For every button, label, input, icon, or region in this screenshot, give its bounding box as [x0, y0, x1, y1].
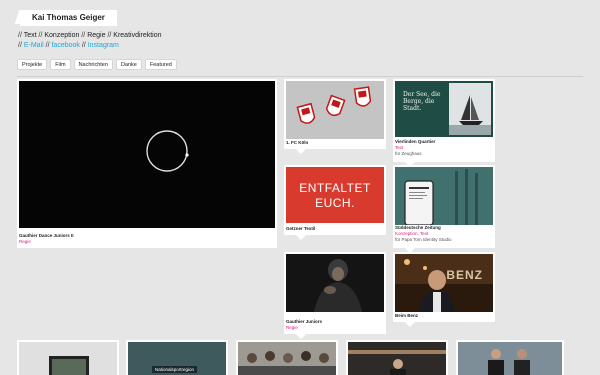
links-line: // E-Mail // facebook // Instagram	[18, 42, 119, 49]
loading-spinner-icon	[146, 130, 189, 172]
getzner-thumbnail: ENTFALTET EUCH.	[286, 167, 384, 223]
restaurant-scene-image	[395, 254, 493, 312]
site-title[interactable]: Kai Thomas Geiger	[20, 10, 117, 26]
nationalsportregion-thumbnail: Nationalsportregion	[128, 342, 226, 375]
email-link[interactable]: E-Mail	[24, 42, 44, 49]
card-client: für Papa Tom Identity Studio	[395, 237, 452, 242]
smartphone-image	[395, 167, 493, 225]
card-pointer	[296, 334, 306, 339]
team-photo-thumbnail	[458, 342, 562, 375]
card-title: 1. FC Köln	[286, 140, 309, 145]
framed-picture-thumbnail	[19, 342, 117, 375]
project-card-gauthier-juniors[interactable]: Gauthier Juniors Regie	[284, 252, 386, 339]
group-photo-image	[238, 342, 336, 375]
card-caption: 1. FC Köln	[286, 140, 308, 146]
card-pointer	[296, 149, 306, 154]
project-card-bottom-2[interactable]: Nationalsportregion	[126, 340, 228, 375]
fc-koeln-crest-image	[286, 81, 384, 139]
benz-sign: BENZ	[446, 268, 483, 282]
role-regie: Regie	[87, 32, 106, 39]
filter-nav: Projekte Film Nachrichten Danke Featured	[17, 59, 177, 70]
card-pointer	[296, 235, 306, 240]
card-title: Getzner Textil	[286, 226, 316, 231]
fc-koeln-thumbnail	[286, 81, 384, 139]
poster-headline: ENTFALTET EUCH.	[299, 181, 371, 210]
sailboat-image	[449, 83, 491, 135]
card-caption: Gauthier Dance Juniors II Regie	[19, 233, 74, 245]
card-caption: Vierlinden Quartier Text für Zeughaus	[395, 139, 435, 157]
role-konzeption: Konzeption	[44, 32, 80, 39]
group-photo-thumbnail	[238, 342, 336, 375]
project-card-bottom-4[interactable]	[346, 340, 448, 375]
card-role: Regie	[286, 325, 298, 330]
card-pointer	[405, 322, 415, 327]
card-title: Beim Benz	[395, 313, 419, 318]
card-caption: Gauthier Juniors Regie	[286, 319, 322, 331]
stage-thumbnail	[348, 342, 446, 375]
tab-featured[interactable]: Featured	[144, 59, 177, 70]
roles-line: // Text // Konzeption // Regie // Kreati…	[18, 32, 162, 39]
tab-film[interactable]: Film	[50, 59, 71, 70]
card-caption: Beim Benz	[395, 313, 418, 319]
card-client: für Zeughaus	[395, 151, 422, 156]
project-card-bottom-3[interactable]	[236, 340, 338, 375]
card-role: Regie	[19, 239, 31, 244]
project-card-bottom-1[interactable]	[17, 340, 119, 375]
video-player[interactable]	[19, 81, 275, 228]
tab-danke[interactable]: Danke	[115, 59, 142, 70]
overlay-label: Nationalsportregion	[152, 366, 198, 373]
stage-image	[348, 342, 446, 375]
beim-benz-thumbnail: BENZ	[395, 254, 493, 312]
project-card-gauthier-dance[interactable]: Gauthier Dance Juniors II Regie	[17, 79, 277, 248]
card-caption: Süddeutsche Zeitung Konzeption, Text für…	[395, 225, 451, 243]
hooded-figure-image	[286, 254, 384, 312]
role-text: Text	[23, 32, 37, 39]
sz-thumbnail	[395, 167, 493, 225]
project-card-fc-koeln[interactable]: 1. FC Köln	[284, 79, 386, 154]
header-divider	[17, 76, 583, 77]
project-card-sueddeutsche[interactable]: Süddeutsche Zeitung Konzeption, Text für…	[393, 165, 495, 253]
project-card-vierlinden[interactable]: Der See, die Berge, die Stadt. Vierlinde…	[393, 79, 495, 167]
tab-projekte[interactable]: Projekte	[17, 59, 48, 70]
instagram-link[interactable]: Instagram	[88, 42, 119, 49]
framed-picture-image	[19, 342, 117, 375]
card-caption: Getzner Textil	[286, 226, 315, 232]
tab-nachrichten[interactable]: Nachrichten	[73, 59, 113, 70]
project-card-bottom-5[interactable]	[456, 340, 564, 375]
vierlinden-thumbnail: Der See, die Berge, die Stadt.	[395, 81, 493, 137]
profile-meta: // Text // Konzeption // Regie // Kreati…	[18, 31, 162, 51]
project-card-beim-benz[interactable]: BENZ Beim Benz	[393, 252, 495, 327]
gauthier-juniors-thumbnail	[286, 254, 384, 312]
team-photo-image	[458, 342, 562, 375]
role-kreativdirektion: Kreativdirektion	[113, 32, 162, 39]
project-card-getzner[interactable]: ENTFALTET EUCH. Getzner Textil	[284, 165, 386, 240]
facebook-link[interactable]: facebook	[51, 42, 79, 49]
